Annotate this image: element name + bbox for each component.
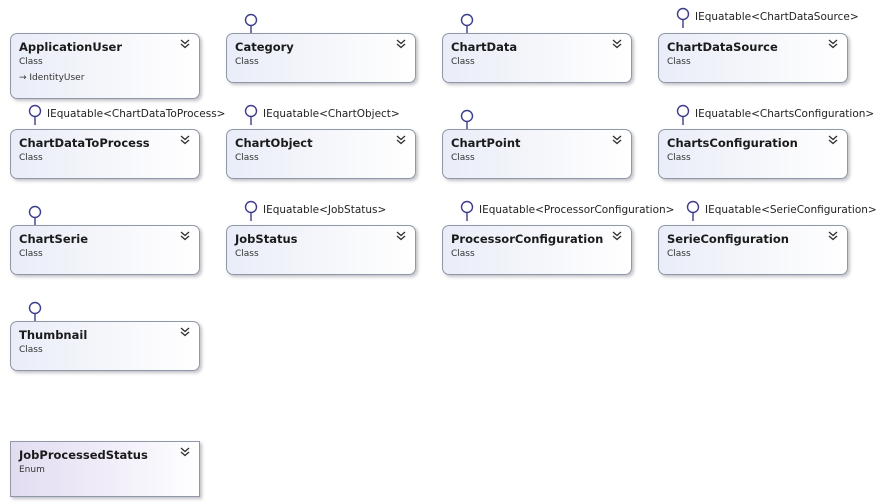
class-diagram: { "shapes": [ {"name": "ApplicationUser"… <box>0 0 893 504</box>
class-kind: Class <box>235 153 259 163</box>
interface-lollipop-icon <box>686 200 700 221</box>
interface-lollipop-icon <box>244 200 258 221</box>
class-shape-thumbnail[interactable]: Thumbnail Class <box>10 321 200 371</box>
class-shape-serieconfiguration[interactable]: SerieConfiguration Class <box>658 225 848 275</box>
class-shape-jobstatus[interactable]: JobStatus Class <box>226 225 416 275</box>
base-type-name: IdentityUser <box>29 73 85 83</box>
class-shape-chartobject[interactable]: ChartObject Class <box>226 129 416 179</box>
class-shape-chartdatatoprocess[interactable]: ChartDataToProcess Class <box>10 129 200 179</box>
interface-lollipop-icon <box>28 104 42 125</box>
class-name: ChartData <box>451 40 518 54</box>
interface-label: IEquatable<ChartDataToProcess> <box>47 108 226 120</box>
interface-lollipop-icon <box>676 104 690 125</box>
class-shape-chartserie[interactable]: ChartSerie Class <box>10 225 200 275</box>
class-name: ChartObject <box>235 136 313 150</box>
interface-lollipop-icon <box>460 200 474 221</box>
double-chevron-up-icon[interactable] <box>828 39 838 49</box>
interface-lollipop-icon <box>460 13 474 34</box>
class-kind: Class <box>19 345 43 355</box>
class-shape-chartdata[interactable]: ChartData Class <box>442 33 632 83</box>
double-chevron-up-icon[interactable] <box>180 135 190 145</box>
class-kind: Class <box>667 249 691 259</box>
class-kind: Class <box>451 249 475 259</box>
double-chevron-up-icon[interactable] <box>828 231 838 241</box>
class-name: Category <box>235 40 294 54</box>
class-kind: Class <box>19 249 43 259</box>
double-chevron-up-icon[interactable] <box>828 135 838 145</box>
interface-label: IEquatable<SerieConfiguration> <box>705 204 877 216</box>
class-name: ChartsConfiguration <box>667 136 798 150</box>
interface-label: IEquatable<ProcessorConfiguration> <box>479 204 675 216</box>
class-name: JobStatus <box>235 232 298 246</box>
class-shape-chartdatasource[interactable]: ChartDataSource Class <box>658 33 848 83</box>
class-kind: Class <box>235 57 259 67</box>
class-kind: Class <box>451 57 475 67</box>
interface-label: IEquatable<ChartObject> <box>263 108 400 120</box>
interface-lollipop-icon <box>676 7 690 28</box>
class-shape-applicationuser[interactable]: ApplicationUser Class → IdentityUser <box>10 33 200 99</box>
inheritance-arrow-icon: → <box>19 73 30 83</box>
class-kind: Class <box>667 153 691 163</box>
class-name: Thumbnail <box>19 328 88 342</box>
class-shape-chartsconfiguration[interactable]: ChartsConfiguration Class <box>658 129 848 179</box>
interface-lollipop-icon <box>28 301 42 322</box>
double-chevron-up-icon[interactable] <box>396 231 406 241</box>
class-name: ChartDataToProcess <box>19 136 150 150</box>
double-chevron-up-icon[interactable] <box>612 231 622 241</box>
class-name: ChartSerie <box>19 232 89 246</box>
double-chevron-up-icon[interactable] <box>180 327 190 337</box>
interface-label: IEquatable<ChartDataSource> <box>695 11 859 23</box>
class-kind: Class <box>667 57 691 67</box>
double-chevron-up-icon[interactable] <box>396 135 406 145</box>
class-name: ProcessorConfiguration <box>451 232 604 246</box>
class-shape-processorconfiguration[interactable]: ProcessorConfiguration Class <box>442 225 632 275</box>
class-kind: Class <box>235 249 259 259</box>
interface-label: IEquatable<JobStatus> <box>263 204 387 216</box>
double-chevron-up-icon[interactable] <box>180 447 190 457</box>
class-kind: Class <box>19 57 43 67</box>
enum-name: JobProcessedStatus <box>19 448 148 462</box>
class-name: ApplicationUser <box>19 40 123 54</box>
class-shape-chartpoint[interactable]: ChartPoint Class <box>442 129 632 179</box>
double-chevron-up-icon[interactable] <box>396 39 406 49</box>
interface-lollipop-icon <box>28 205 42 226</box>
double-chevron-up-icon[interactable] <box>180 231 190 241</box>
interface-label: IEquatable<ChartsConfiguration> <box>695 108 875 120</box>
base-type: → IdentityUser <box>19 73 84 83</box>
interface-lollipop-icon <box>460 109 474 130</box>
class-shape-category[interactable]: Category Class <box>226 33 416 83</box>
interface-lollipop-icon <box>244 104 258 125</box>
double-chevron-up-icon[interactable] <box>612 39 622 49</box>
enum-shape-jobprocessedstatus[interactable]: JobProcessedStatus Enum <box>10 441 200 497</box>
class-kind: Class <box>451 153 475 163</box>
class-name: SerieConfiguration <box>667 232 789 246</box>
class-kind: Class <box>19 153 43 163</box>
class-name: ChartDataSource <box>667 40 778 54</box>
double-chevron-up-icon[interactable] <box>180 39 190 49</box>
double-chevron-up-icon[interactable] <box>612 135 622 145</box>
class-name: ChartPoint <box>451 136 521 150</box>
enum-kind: Enum <box>19 465 45 475</box>
interface-lollipop-icon <box>244 13 258 34</box>
